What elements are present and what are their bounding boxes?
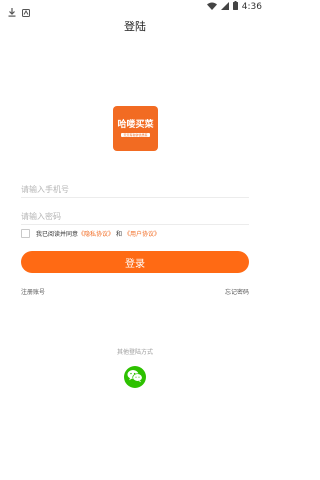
wechat-login-button[interactable] <box>124 366 146 388</box>
status-bar: 4:36 <box>0 0 270 17</box>
wifi-icon <box>206 2 217 13</box>
other-login-label: 其他登陆方式 <box>116 349 153 356</box>
logo-title: 哈喽买菜 <box>117 120 154 130</box>
phone-input[interactable] <box>21 179 249 200</box>
battery-icon <box>232 1 238 13</box>
privacy-policy-link[interactable]: 《隐私协议》 <box>78 229 114 238</box>
agreement-checkbox[interactable] <box>21 229 30 238</box>
agreement-and: 和 <box>116 231 123 238</box>
user-agreement-link[interactable]: 《用户协议》 <box>124 229 160 238</box>
password-input[interactable] <box>21 206 249 227</box>
forgot-password-link[interactable]: 忘记密码 <box>225 287 249 296</box>
app-logo: 哈喽买菜 天天有新鲜优质菜 <box>113 106 158 151</box>
login-button[interactable]: 登录 <box>21 251 249 273</box>
agreement-row: 我已阅读并同意 《隐私协议》 和 《用户协议》 <box>21 229 160 238</box>
phone-field[interactable] <box>21 177 249 200</box>
page-title: 登陆 <box>124 20 146 33</box>
agreement-prefix: 我已阅读并同意 <box>36 231 79 238</box>
status-time: 4:36 <box>241 2 262 12</box>
status-right: 4:36 <box>206 1 262 13</box>
register-link[interactable]: 注册账号 <box>21 287 45 296</box>
signal-icon <box>220 1 229 13</box>
wechat-icon <box>127 368 143 387</box>
logo-subtitle: 天天有新鲜优质菜 <box>121 133 150 137</box>
password-field[interactable] <box>21 204 249 227</box>
